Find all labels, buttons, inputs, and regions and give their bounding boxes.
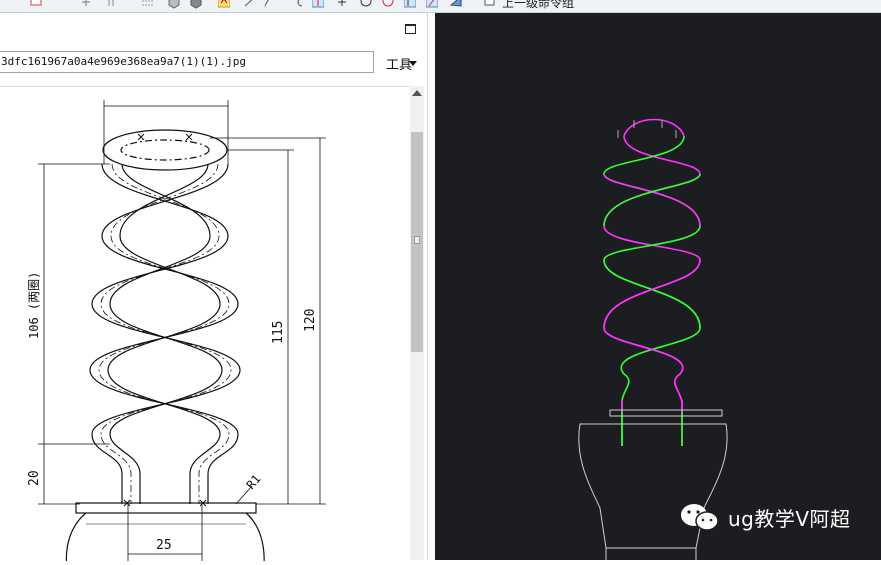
pointer-icon[interactable] bbox=[404, 0, 416, 9]
helix-green-3 bbox=[603, 259, 701, 329]
move-icon[interactable] bbox=[80, 0, 92, 9]
reference-drawing: 106 (两圈) 20 115 120 25 R1 bbox=[0, 86, 410, 565]
dim-top-width bbox=[103, 100, 229, 164]
arc-ticks bbox=[617, 120, 677, 138]
scroll-thumb[interactable] bbox=[411, 132, 423, 352]
helix-green-2 bbox=[603, 173, 701, 227]
main-toolbar: 上一级命令组 bbox=[0, 0, 881, 13]
dim-115-label: 115 bbox=[271, 321, 286, 344]
line-icon[interactable] bbox=[244, 0, 256, 9]
tube-a-outer bbox=[91, 163, 241, 504]
bulb-spiral-drawing: 106 (两圈) 20 115 120 25 R1 bbox=[27, 100, 326, 565]
cube-shaded-icon[interactable] bbox=[190, 0, 202, 9]
helix-magenta-3 bbox=[603, 327, 684, 403]
cube-icon[interactable] bbox=[168, 0, 180, 9]
cross-marks bbox=[123, 133, 207, 507]
helix-magenta-4 bbox=[603, 259, 701, 329]
shape-icon[interactable] bbox=[450, 0, 462, 9]
dim-20-label: 20 bbox=[27, 470, 42, 486]
chevron-down-icon[interactable] bbox=[409, 61, 417, 66]
image-viewer-pane: 3dfc161967a0a4e969e368ea9a7(1)(1).jpg 工具 bbox=[0, 13, 427, 565]
arc-icon[interactable] bbox=[264, 0, 276, 9]
base-neck bbox=[605, 548, 697, 560]
file-path-field[interactable]: 3dfc161967a0a4e969e368ea9a7(1)(1).jpg bbox=[0, 51, 374, 73]
base-top bbox=[609, 409, 723, 417]
vertical-scrollbar[interactable] bbox=[410, 86, 424, 560]
rename-icon[interactable] bbox=[484, 0, 496, 9]
scroll-up-icon[interactable] bbox=[412, 90, 422, 96]
watermark: ug教学V阿超 bbox=[680, 502, 851, 532]
maximize-button[interactable] bbox=[405, 24, 416, 34]
legs-green bbox=[621, 412, 683, 446]
tube-b-center bbox=[98, 163, 230, 504]
wechat-icon bbox=[681, 504, 719, 531]
dim-106-label: 106 (两圈) bbox=[27, 272, 41, 339]
cad-viewport[interactable]: ug教学V阿超 bbox=[435, 13, 881, 560]
helix-magenta-2 bbox=[603, 173, 701, 227]
snap-icon[interactable] bbox=[218, 0, 230, 9]
top-loop-inner bbox=[120, 139, 210, 161]
dim-20-line bbox=[38, 444, 80, 505]
watermark-text: ug教学V阿超 bbox=[728, 506, 851, 531]
target-icon[interactable] bbox=[382, 0, 394, 9]
cad-model bbox=[578, 118, 728, 560]
pin-icon[interactable] bbox=[312, 0, 324, 9]
dim-25-label: 25 bbox=[156, 538, 172, 553]
trim-icon[interactable] bbox=[106, 0, 118, 9]
dim-120-label: 120 bbox=[303, 309, 318, 332]
eraser-icon[interactable] bbox=[426, 0, 438, 9]
point-icon[interactable] bbox=[336, 0, 348, 9]
tube-b-outer bbox=[89, 163, 239, 504]
template-icon[interactable] bbox=[30, 0, 42, 9]
undo-icon[interactable] bbox=[294, 0, 306, 9]
grip-icon bbox=[414, 236, 420, 244]
top-arc bbox=[623, 118, 685, 137]
parent-command-group-label[interactable]: 上一级命令组 bbox=[502, 0, 574, 11]
tube-a-center bbox=[100, 163, 232, 504]
circle-icon[interactable] bbox=[360, 0, 372, 9]
base-rim bbox=[75, 502, 257, 514]
grid-icon[interactable] bbox=[142, 0, 154, 9]
dim-r1-label: R1 bbox=[244, 472, 264, 492]
dim-106-line bbox=[38, 163, 110, 445]
